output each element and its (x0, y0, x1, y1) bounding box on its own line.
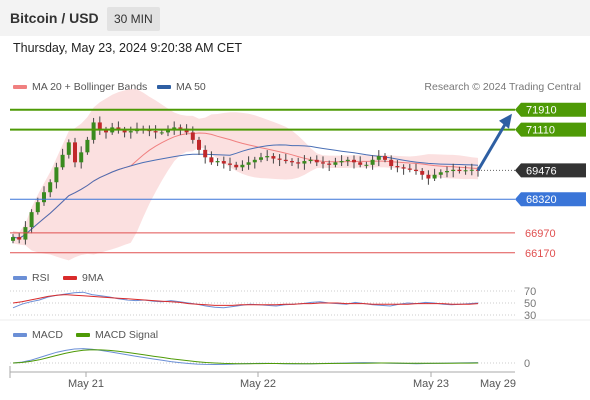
time-label-may-29: May 29 (480, 378, 516, 390)
candle-body (414, 169, 418, 172)
candle-body (203, 149, 208, 158)
candle-body (79, 152, 84, 163)
candle-body (277, 158, 282, 160)
candle-body (438, 172, 443, 175)
rsi-tick-50: 50 (524, 298, 536, 310)
candle-body (345, 159, 350, 162)
candle-body (209, 157, 214, 163)
candle-body (159, 132, 164, 134)
candle-body (271, 156, 276, 159)
candle-body (457, 169, 462, 172)
candle-body (426, 174, 431, 179)
level-label-71110: 71110 (526, 125, 555, 137)
candle-body (321, 162, 325, 164)
level-label-66170: 66170 (525, 248, 556, 260)
time-label-may-23: May 23 (413, 378, 449, 390)
candle-body (221, 161, 226, 164)
candle-body (463, 170, 468, 172)
level-label-66970: 66970 (525, 228, 556, 240)
level-label-68320: 68320 (526, 194, 557, 206)
candle-body (35, 202, 40, 213)
candle-body (432, 174, 437, 179)
candle-body (234, 164, 239, 168)
rsi-line (12, 291, 479, 309)
candle-body (327, 163, 332, 165)
chart-canvas: 7191071110694766832066970661707050300May… (0, 88, 590, 390)
candle-body (60, 154, 65, 168)
candle-body (283, 159, 288, 162)
candle-body (314, 159, 319, 163)
candle-body (370, 159, 375, 165)
candle-body (42, 192, 46, 203)
level-label-69476: 69476 (526, 165, 557, 177)
macd-tick-0: 0 (524, 358, 530, 370)
candle-body (352, 159, 356, 163)
candle-body (215, 161, 220, 163)
candle-body (302, 161, 307, 164)
candle-body (29, 212, 34, 228)
rsi-ma-line (12, 294, 479, 306)
candle-body (308, 159, 313, 162)
candle-body (85, 139, 90, 153)
candle-body (128, 131, 133, 133)
candle-body (178, 127, 183, 129)
bollinger-band (13, 88, 478, 261)
candle-body (54, 167, 59, 183)
candle-body (401, 167, 406, 169)
candle-body (339, 161, 344, 163)
candle-body (228, 163, 232, 165)
candle-body (48, 182, 53, 193)
candle-body (153, 131, 158, 133)
candle-body (265, 156, 270, 158)
candle-body (259, 157, 263, 160)
rsi-tick-70: 70 (524, 286, 536, 298)
candle-body (91, 122, 96, 140)
candle-body (383, 156, 387, 160)
candle-body (11, 237, 15, 241)
candle-body (376, 156, 381, 160)
candle-body (66, 142, 71, 155)
candle-body (290, 161, 294, 163)
candle-body (252, 159, 257, 163)
macd-signal-line (12, 349, 479, 365)
time-label-may-21: May 21 (68, 378, 104, 390)
candle-body (445, 171, 449, 173)
candle-body (197, 139, 201, 150)
candle-body (451, 169, 456, 172)
candle-body (73, 142, 77, 163)
candle-body (420, 171, 425, 175)
candle-body (190, 132, 195, 140)
time-label-may-22: May 22 (240, 378, 276, 390)
candle-body (364, 164, 369, 166)
level-label-71910: 71910 (526, 105, 557, 117)
macd-line (12, 348, 479, 366)
candle-body (407, 168, 412, 170)
candle-body (246, 162, 251, 165)
candle-body (17, 237, 22, 240)
candle-body (240, 164, 245, 168)
candle-body (395, 166, 400, 168)
candle-body (296, 162, 301, 164)
candle-body (333, 162, 338, 165)
candle-body (389, 159, 394, 167)
candle-body (358, 162, 363, 165)
candle-body (469, 169, 474, 171)
